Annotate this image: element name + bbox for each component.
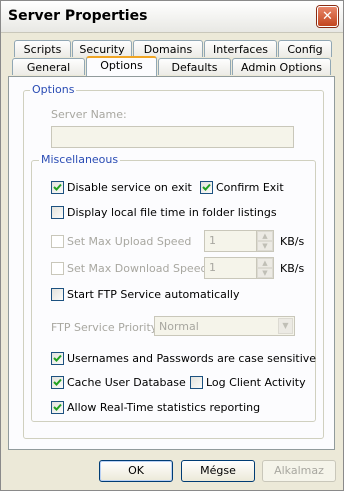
spin-up-icon[interactable]: ▲	[257, 258, 273, 268]
close-icon: ✕	[322, 9, 333, 24]
upload-unit-label: KB/s	[280, 235, 305, 248]
ftp-priority-label: FTP Service Priority	[51, 321, 158, 334]
disable-service-checkbox[interactable]	[51, 181, 64, 194]
start-ftp-auto-label: Start FTP Service automatically	[67, 288, 240, 301]
server-name-label: Server Name:	[51, 108, 127, 121]
tab-scripts[interactable]: Scripts	[14, 40, 71, 57]
checkmark-icon	[202, 183, 211, 191]
log-client-activity-checkbox[interactable]	[190, 376, 203, 389]
tab-options[interactable]: Options	[86, 56, 157, 76]
checkmark-icon	[53, 183, 62, 191]
checkmark-icon	[53, 354, 62, 362]
options-panel: Options Server Name: Miscellaneous Disab…	[8, 76, 335, 450]
server-properties-window: Server Properties ✕ Scripts Security Dom…	[0, 0, 344, 491]
ok-button[interactable]: OK	[99, 460, 173, 482]
ftp-priority-select[interactable]: Normal ▼	[154, 316, 295, 336]
close-button[interactable]: ✕	[317, 6, 338, 27]
miscellaneous-group-label: Miscellaneous	[39, 153, 121, 166]
case-sensitive-label: Usernames and Passwords are case sensiti…	[67, 352, 317, 365]
tab-config[interactable]: Config	[278, 40, 332, 57]
tab-domains[interactable]: Domains	[133, 40, 203, 57]
max-upload-spinner[interactable]: ▲ ▼	[256, 231, 273, 251]
disable-service-label: Disable service on exit	[67, 181, 192, 194]
checkmark-icon	[53, 378, 62, 386]
set-max-upload-label: Set Max Upload Speed	[67, 235, 192, 248]
cache-user-db-label: Cache User Database	[67, 376, 186, 389]
checkmark-icon	[53, 403, 62, 411]
chevron-down-icon[interactable]: ▼	[278, 318, 293, 334]
cache-user-db-checkbox[interactable]	[51, 376, 64, 389]
max-upload-speed-input[interactable]: 1 ▲ ▼	[204, 230, 274, 252]
ftp-priority-value: Normal	[159, 320, 199, 333]
set-max-download-label: Set Max Download Speed	[67, 262, 208, 275]
set-max-upload-checkbox[interactable]	[51, 235, 64, 248]
window-title: Server Properties	[8, 8, 148, 24]
display-local-file-time-label: Display local file time in folder listin…	[67, 206, 277, 219]
options-group-label: Options	[30, 83, 77, 96]
confirm-exit-label: Confirm Exit	[216, 181, 284, 194]
log-client-activity-label: Log Client Activity	[206, 376, 306, 389]
realtime-stats-checkbox[interactable]	[51, 401, 64, 414]
spin-up-icon[interactable]: ▲	[257, 231, 273, 241]
max-download-speed-input[interactable]: 1 ▲ ▼	[204, 257, 274, 279]
tab-general[interactable]: General	[12, 58, 85, 75]
download-unit-label: KB/s	[280, 262, 305, 275]
tab-security[interactable]: Security	[72, 40, 132, 57]
spin-down-icon[interactable]: ▼	[257, 268, 273, 278]
case-sensitive-checkbox[interactable]	[51, 352, 64, 365]
realtime-stats-label: Allow Real-Time statistics reporting	[67, 401, 261, 414]
display-local-file-time-checkbox[interactable]	[51, 206, 64, 219]
server-name-input[interactable]	[51, 126, 294, 148]
set-max-download-checkbox[interactable]	[51, 262, 64, 275]
spin-down-icon[interactable]: ▼	[257, 241, 273, 251]
tab-defaults[interactable]: Defaults	[158, 58, 231, 75]
max-upload-value: 1	[209, 234, 216, 247]
start-ftp-auto-checkbox[interactable]	[51, 288, 64, 301]
tab-admin-options[interactable]: Admin Options	[232, 58, 331, 75]
max-download-spinner[interactable]: ▲ ▼	[256, 258, 273, 278]
title-bar[interactable]: Server Properties ✕	[1, 1, 343, 33]
max-download-value: 1	[209, 261, 216, 274]
tab-interfaces[interactable]: Interfaces	[204, 40, 277, 57]
apply-button[interactable]: Alkalmaz	[262, 460, 336, 482]
cancel-button[interactable]: Mégse	[181, 460, 255, 482]
confirm-exit-checkbox[interactable]	[200, 181, 213, 194]
